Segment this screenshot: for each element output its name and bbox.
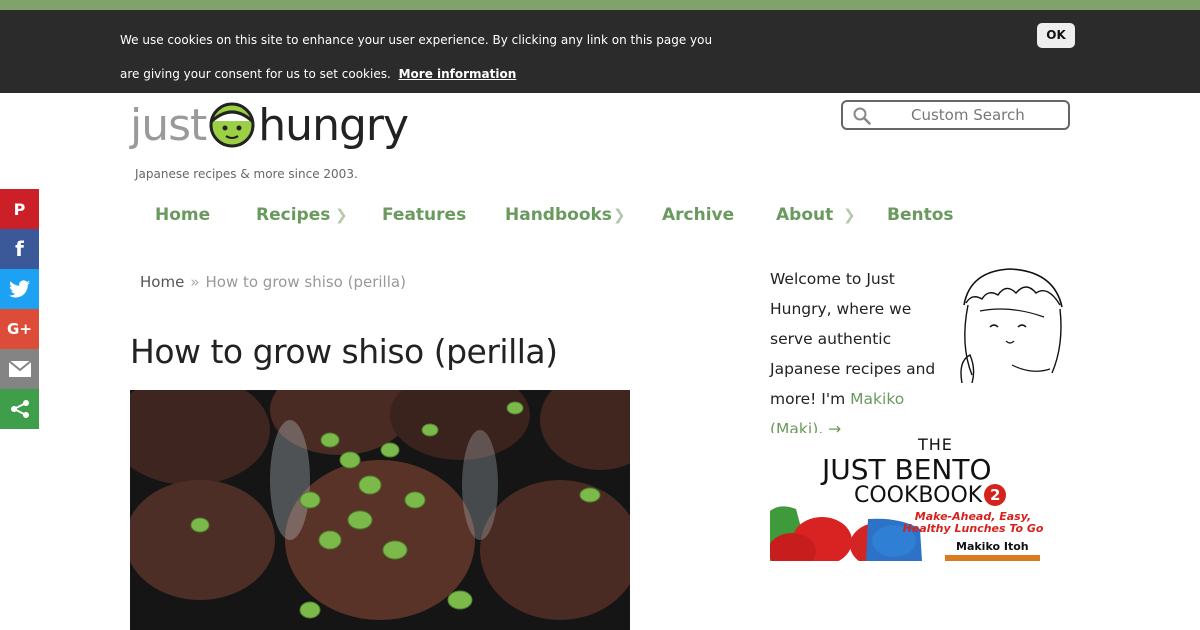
- pinterest-icon: P: [13, 199, 26, 219]
- cookie-message: We use cookies on this site to enhance y…: [120, 23, 720, 91]
- site-tagline: Japanese recipes & more since 2003.: [135, 167, 358, 181]
- nav-item-home[interactable]: Home: [155, 205, 210, 225]
- nav-item-recipes[interactable]: Recipes: [256, 205, 330, 225]
- book-subtitle: Make-Ahead, Easy, Healthy Lunches To Go: [902, 510, 1044, 535]
- envelope-icon: [7, 360, 32, 377]
- googleplus-icon: G+: [7, 320, 32, 338]
- book-title-the: THE: [918, 435, 953, 454]
- googleplus-share-button[interactable]: G+: [0, 309, 39, 349]
- book-title-cookbook: COOKBOOK: [854, 483, 983, 508]
- breadcrumb-current: How to grow shiso (perilla): [205, 273, 406, 291]
- email-share-button[interactable]: [0, 349, 39, 389]
- welcome-text: Welcome to Just Hungry, where we serve a…: [770, 270, 936, 408]
- welcome-blurb: Welcome to Just Hungry, where we serve a…: [770, 264, 955, 444]
- twitter-icon: [8, 280, 30, 298]
- logo-text-hungry: hungry: [258, 99, 409, 151]
- more-share-button[interactable]: [0, 389, 39, 429]
- page-title: How to grow shiso (perilla): [130, 332, 558, 371]
- book-author: Makiko Itoh: [956, 540, 1029, 553]
- breadcrumb: Home » How to grow shiso (perilla): [140, 273, 406, 291]
- book-title-line2: COOKBOOK 2: [854, 483, 1007, 508]
- search-placeholder: Custom Search: [911, 106, 1025, 124]
- top-accent-stripe: [0, 0, 1200, 10]
- twitter-share-button[interactable]: [0, 269, 39, 309]
- breadcrumb-home-link[interactable]: Home: [140, 273, 184, 291]
- chevron-right-icon: ❯: [613, 206, 626, 224]
- share-icon: [10, 400, 29, 418]
- nav-item-archive[interactable]: Archive: [662, 205, 734, 225]
- facebook-share-button[interactable]: f: [0, 229, 39, 269]
- nav-item-handbooks[interactable]: Handbooks: [505, 205, 612, 225]
- book-ad-banner[interactable]: THE JUST BENTO COOKBOOK 2 Make-Ahead, Eas…: [770, 433, 1070, 561]
- author-sketch-portrait: [960, 268, 1063, 383]
- nav-item-bentos[interactable]: Bentos: [887, 205, 954, 225]
- chevron-right-icon: ❯: [843, 206, 856, 224]
- search-icon: [853, 107, 871, 125]
- cookie-banner: We use cookies on this site to enhance y…: [0, 10, 1200, 93]
- facebook-icon: f: [15, 237, 24, 261]
- nav-item-features[interactable]: Features: [382, 205, 466, 225]
- nav-item-about[interactable]: About: [776, 205, 833, 225]
- book-volume-badge: 2: [984, 484, 1007, 506]
- more-information-link[interactable]: More information: [399, 67, 517, 81]
- site-logo[interactable]: just hungry: [130, 95, 409, 155]
- article-photo: [130, 390, 630, 630]
- cookie-ok-button[interactable]: OK: [1037, 23, 1075, 48]
- book-title-line1: JUST BENTO: [822, 453, 992, 486]
- logo-text-just: just: [130, 99, 207, 151]
- pinterest-share-button[interactable]: P: [0, 189, 39, 229]
- social-share-bar: P f G+: [0, 189, 39, 429]
- chevron-right-icon: ❯: [335, 206, 348, 224]
- search-input[interactable]: Custom Search: [841, 100, 1070, 130]
- rice-bowl-face-icon: [209, 102, 255, 148]
- breadcrumb-separator: »: [190, 273, 200, 291]
